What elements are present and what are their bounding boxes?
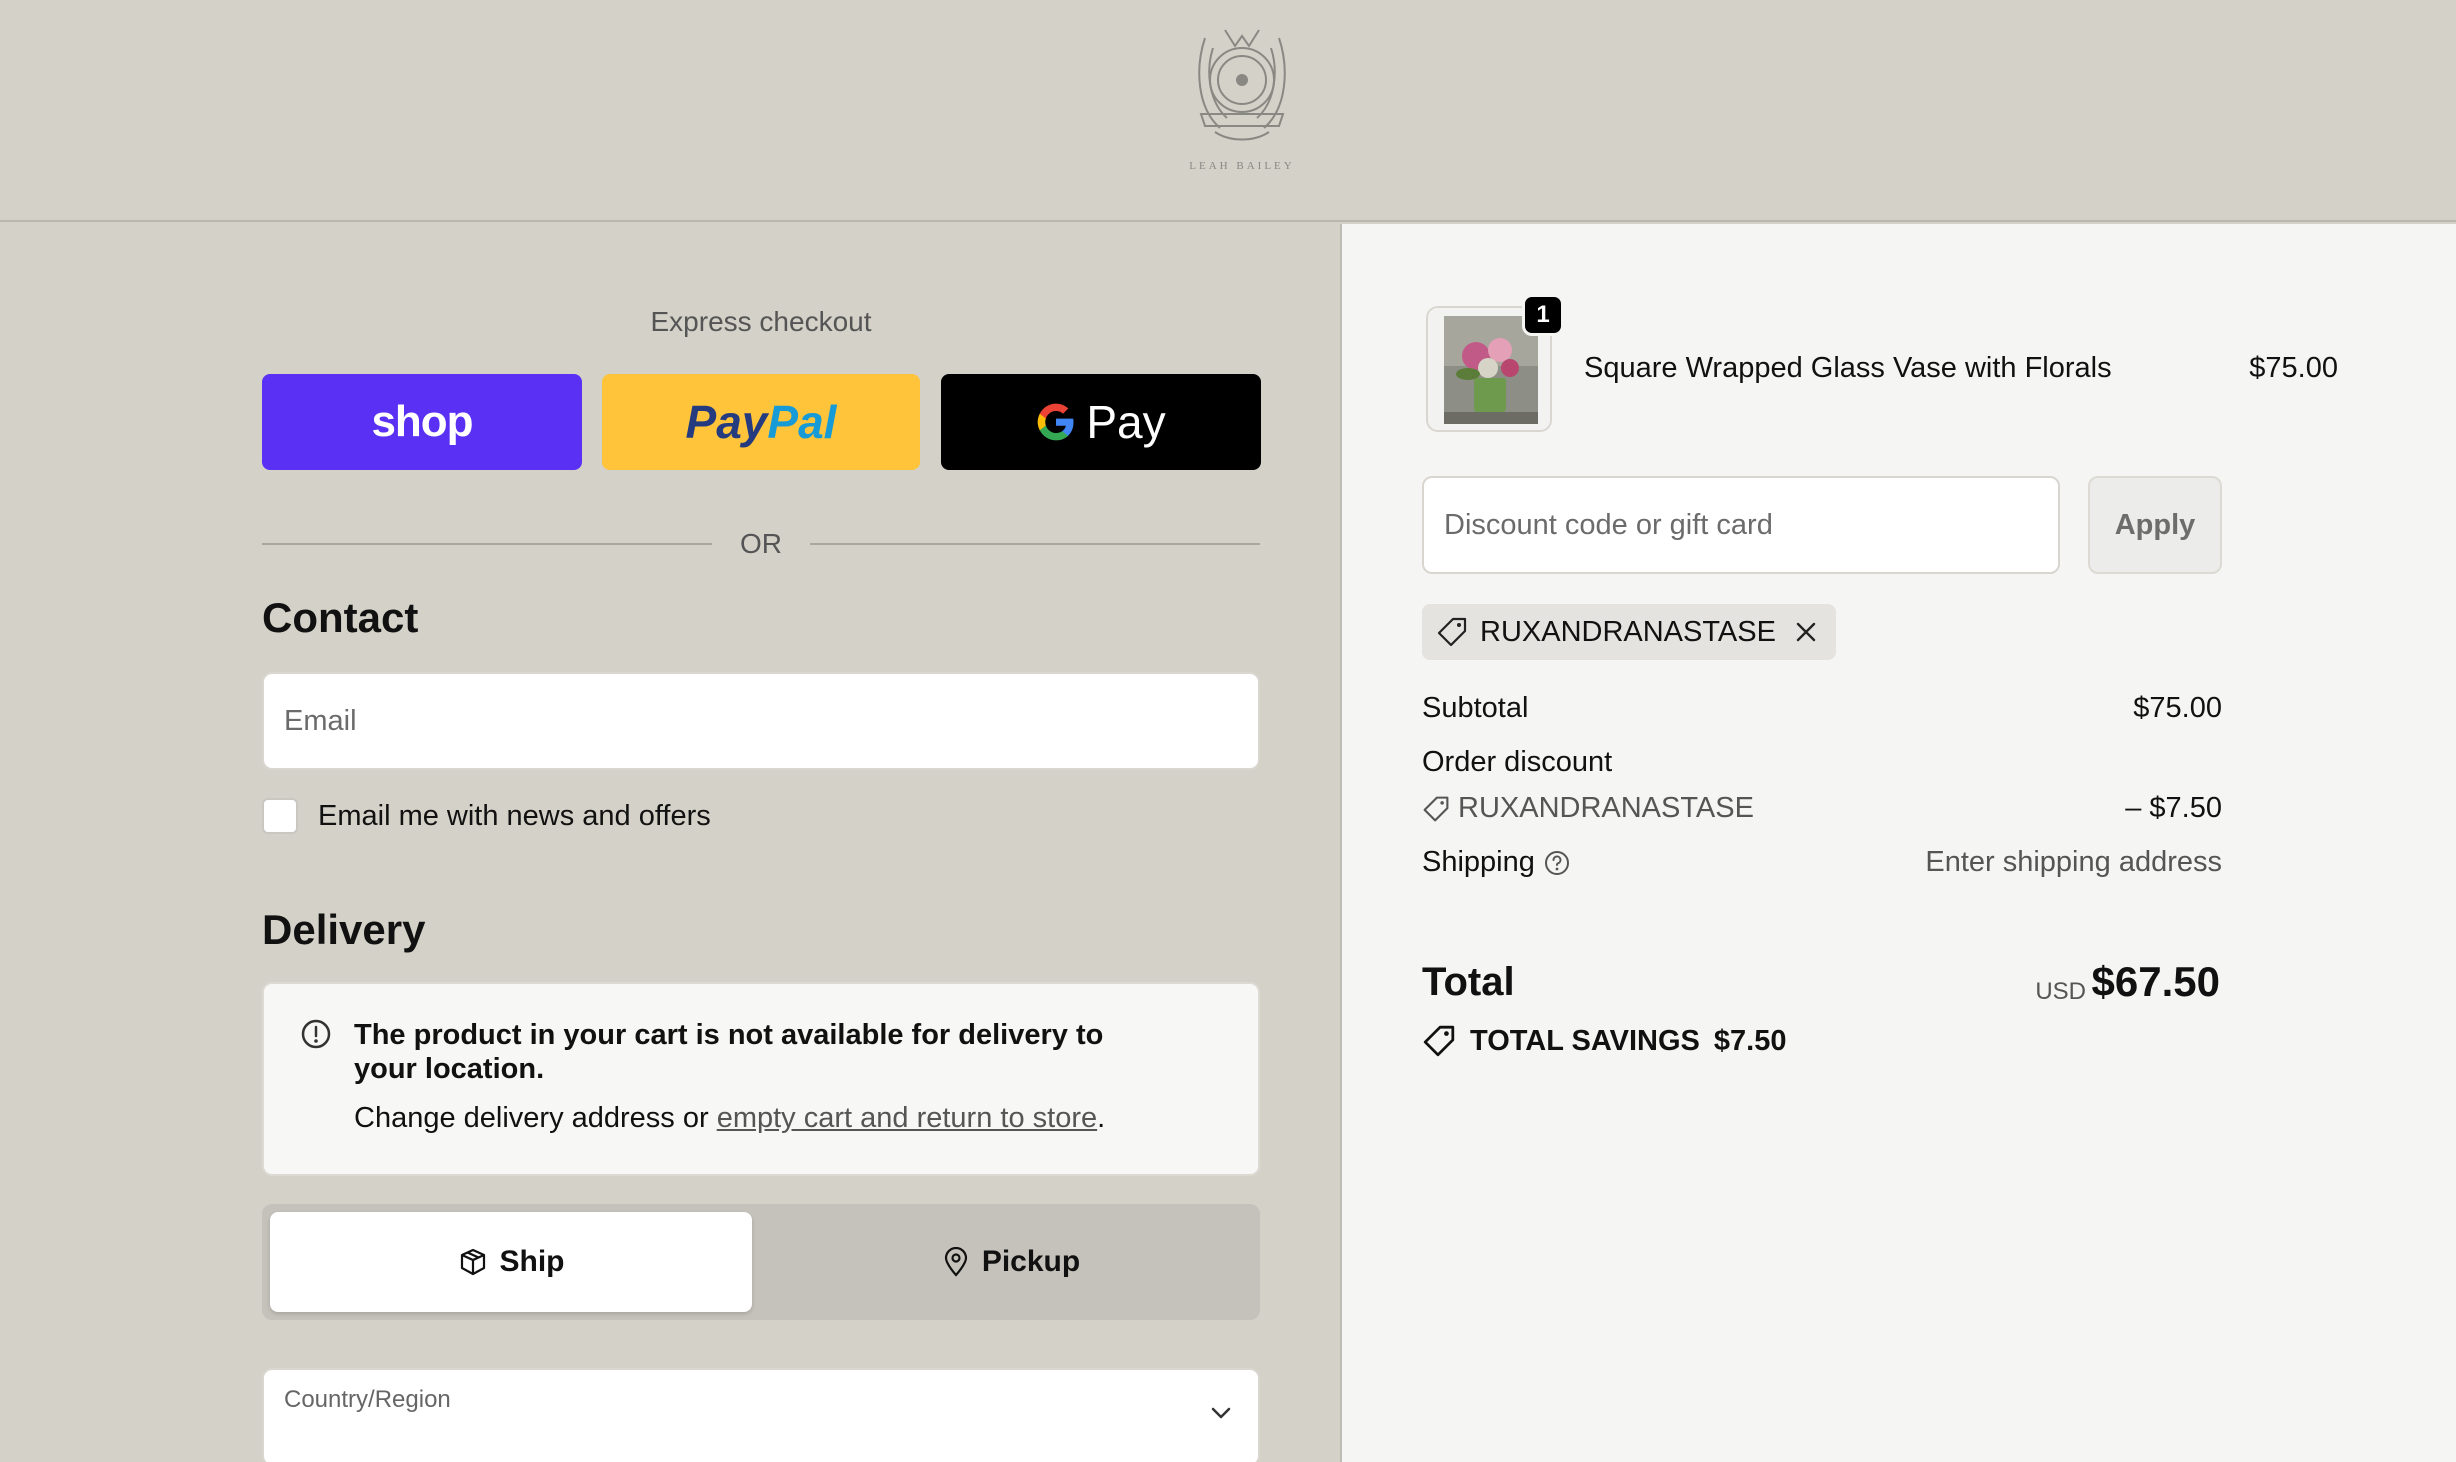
divider-line [810,543,1260,545]
product-price: $75.00 [2249,352,2338,384]
logo-wordmark: LEAH BAILEY [1189,160,1295,172]
delivery-title: Delivery [262,906,426,953]
applied-discount-code: RUXANDRANASTASE [1480,615,1776,648]
newsletter-checkbox[interactable] [262,798,298,834]
remove-discount-icon[interactable] [1794,620,1818,644]
or-divider: OR [262,524,1260,564]
ship-label: Ship [499,1245,565,1278]
applied-discount-chip: RUXANDRANASTASE [1422,604,1836,660]
total-currency: USD [2035,978,2086,1005]
paypal-label-pay: Pay [685,396,768,448]
express-checkout-title: Express checkout [650,306,872,337]
divider-line [262,543,712,545]
apply-discount-button[interactable]: Apply [2088,476,2222,574]
total-savings: TOTAL SAVINGS $7.50 [1422,1024,1786,1058]
alert-circle-icon [301,1019,331,1049]
tag-icon [1423,796,1449,821]
page-header: LEAH BAILEY [0,0,2456,222]
tag-icon [1437,617,1467,647]
order-summary: 1 Square Wrapped Glass Vase with Florals… [1340,224,2456,1462]
shipping-label-group: Shipping [1422,846,1571,879]
ship-option-button[interactable]: Ship [270,1212,752,1312]
contact-title: Contact [262,594,419,641]
pickup-label: Pickup [981,1245,1081,1278]
shop-pay-label: shop [371,397,473,446]
shipping-row: Shipping Enter shipping address [1422,846,2222,879]
discount-code-input[interactable] [1422,476,2060,574]
google-pay-label: Pay [1086,396,1166,448]
checkout-form: Express checkout shop Pay Pal Pay OR Cont… [0,224,1340,1462]
package-icon [460,1248,485,1276]
country-region-label: Country/Region [284,1386,451,1413]
paypal-button[interactable]: Pay Pal [602,374,920,470]
newsletter-label: Email me with news and offers [318,799,711,832]
chevron-down-icon [1211,1407,1231,1419]
total-savings-label: TOTAL SAVINGS [1470,1024,1700,1057]
delivery-method-toggle: Ship Pickup [262,1204,1260,1320]
google-g-icon [1038,403,1074,441]
quantity-badge: 1 [1522,294,1564,336]
order-discount-row: Order discount [1422,746,2222,779]
order-discount-code-row: RUXANDRANASTASE – $7.50 [1422,792,2222,831]
pickup-option-button[interactable]: Pickup [770,1212,1252,1312]
total-value: $67.50 [2091,958,2220,1005]
email-input[interactable] [262,672,1260,770]
or-label: OR [740,528,782,559]
empty-cart-link[interactable]: empty cart and return to store [717,1102,1097,1134]
delivery-warning-body: Change delivery address or empty cart an… [354,1102,1105,1135]
help-circle-icon[interactable] [1543,849,1571,877]
crest-logo-icon[interactable]: LEAH BAILEY [1175,18,1309,188]
delivery-warning: The product in your cart is not availabl… [262,982,1260,1176]
shipping-value: Enter shipping address [1925,846,2222,878]
total-savings-value: $7.50 [1713,1024,1787,1057]
subtotal-label: Subtotal [1422,692,1529,724]
subtotal-row: Subtotal $75.00 [1422,692,2222,725]
order-discount-value: – $7.50 [2125,792,2222,824]
location-pin-icon [944,1247,967,1277]
newsletter-option[interactable]: Email me with news and offers [262,798,711,834]
product-name: Square Wrapped Glass Vase with Florals [1584,352,2112,384]
shop-pay-button[interactable]: shop [262,374,582,470]
google-pay-button[interactable]: Pay [941,374,1261,470]
order-discount-code: RUXANDRANASTASE [1422,792,1754,825]
total-label: Total [1422,960,1515,1004]
order-discount-code-text: RUXANDRANASTASE [1458,792,1754,824]
shipping-label: Shipping [1422,846,1535,878]
delivery-warning-prefix: Change delivery address or [354,1102,717,1134]
delivery-warning-title: The product in your cart is not availabl… [354,1019,1104,1085]
subtotal-value: $75.00 [2133,692,2222,724]
delivery-warning-suffix: . [1097,1102,1106,1134]
tag-icon [1423,1025,1455,1057]
order-discount-label: Order discount [1422,746,1613,778]
country-region-select[interactable]: Country/Region [262,1368,1260,1462]
paypal-label-pal: Pal [767,396,837,448]
